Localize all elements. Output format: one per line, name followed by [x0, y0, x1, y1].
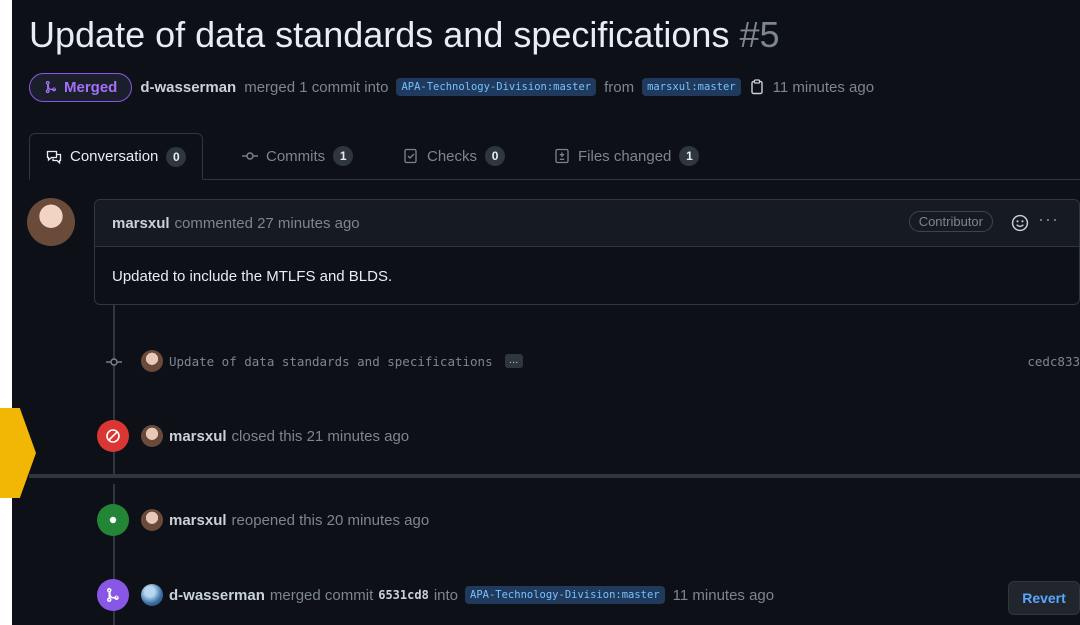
tab-label: Commits — [266, 147, 326, 165]
pr-meta: Merged d-wasserman merged 1 commit into … — [29, 70, 874, 104]
revert-button[interactable]: Revert — [1008, 581, 1080, 615]
page-title: Update of data standards and specificati… — [29, 14, 780, 56]
pr-number: #5 — [739, 14, 780, 55]
circle-slash-icon — [106, 429, 120, 443]
event-author[interactable]: d-wasserman — [169, 587, 265, 604]
tab-counter: 0 — [485, 146, 506, 166]
merged-event: d-wasserman merged commit 6531cd8 into A… — [141, 584, 774, 606]
conversation-icon — [46, 150, 62, 164]
merged-event-badge — [97, 579, 129, 611]
dot-fill-icon — [109, 516, 117, 524]
expand-commit-button[interactable]: … — [504, 354, 523, 368]
commit-icon — [106, 358, 122, 366]
avatar[interactable] — [141, 509, 163, 531]
event-text: merged commit — [269, 586, 374, 604]
contributor-badge: Contributor — [908, 211, 993, 232]
comment-box: marsxul commented 27 minutes ago Contrib… — [94, 199, 1080, 305]
commit-sha[interactable]: cedc833 — [1027, 354, 1080, 369]
event-time: 11 minutes ago — [672, 586, 775, 604]
reopened-event: marsxul reopened this 20 minutes ago — [141, 509, 429, 531]
pr-title: Update of data standards and specificati… — [29, 14, 730, 55]
comment-meta[interactable]: commented 27 minutes ago — [175, 215, 360, 232]
avatar[interactable] — [141, 425, 163, 447]
tab-label: Checks — [427, 147, 478, 165]
merge-base-branch-label[interactable]: APA-Technology-Division:master — [465, 586, 665, 604]
reopened-event-badge — [97, 504, 129, 536]
tab-counter: 1 — [679, 146, 700, 166]
tab-commits[interactable]: Commits 1 — [242, 133, 354, 179]
commit-icon — [242, 152, 258, 160]
avatar[interactable] — [141, 350, 163, 372]
from-text: from — [604, 78, 635, 96]
tab-label: Files changed — [578, 147, 672, 165]
tab-label: Conversation — [70, 148, 159, 165]
merge-icon — [45, 80, 57, 94]
checklist-icon — [404, 148, 417, 164]
file-diff-icon — [555, 148, 569, 164]
comment-header: marsxul commented 27 minutes ago Contrib… — [95, 200, 1079, 247]
event-author[interactable]: marsxul — [169, 512, 227, 529]
commit-message[interactable]: Update of data standards and specificati… — [169, 354, 493, 369]
comment-author[interactable]: marsxul — [112, 215, 170, 232]
merged-status-label: Merged — [64, 78, 118, 96]
into-text: into — [433, 586, 458, 604]
merger-link[interactable]: d-wasserman — [140, 79, 236, 96]
event-text: closed this 21 minutes ago — [231, 427, 410, 445]
avatar[interactable] — [27, 198, 75, 246]
tab-counter: 0 — [166, 146, 187, 167]
merged-status-badge: Merged — [29, 72, 133, 102]
comment-body: Updated to include the MTLFS and BLDS. — [112, 268, 393, 285]
base-branch-label[interactable]: APA-Technology-Division:master — [396, 78, 597, 96]
merge-icon — [107, 588, 119, 602]
merged-time: 11 minutes ago — [772, 78, 875, 96]
event-author[interactable]: marsxul — [169, 428, 227, 445]
kebab-horizontal-icon[interactable]: ··· — [1038, 209, 1059, 230]
closed-event: marsxul closed this 21 minutes ago — [141, 425, 409, 447]
commit-event: Update of data standards and specificati… — [141, 350, 523, 372]
tab-conversation[interactable]: Conversation 0 — [29, 133, 204, 180]
tab-checks[interactable]: Checks 0 — [403, 133, 506, 179]
timeline-divider — [29, 474, 1080, 478]
copy-icon[interactable] — [749, 79, 765, 95]
tab-files-changed[interactable]: Files changed 1 — [554, 133, 700, 179]
closed-event-badge — [97, 420, 129, 452]
merge-commit-sha[interactable]: 6531cd8 — [378, 588, 429, 602]
event-text: reopened this 20 minutes ago — [231, 511, 430, 529]
tab-counter: 1 — [333, 146, 354, 166]
pull-request-page: Update of data standards and specificati… — [12, 0, 1080, 625]
pr-tabs: Conversation 0 Commits 1 Checks 0 Files … — [29, 133, 1080, 180]
avatar[interactable] — [141, 584, 163, 606]
head-branch-label[interactable]: marsxul:master — [642, 78, 741, 96]
smiley-icon[interactable] — [1011, 214, 1029, 232]
merged-text: merged 1 commit into — [244, 78, 389, 96]
